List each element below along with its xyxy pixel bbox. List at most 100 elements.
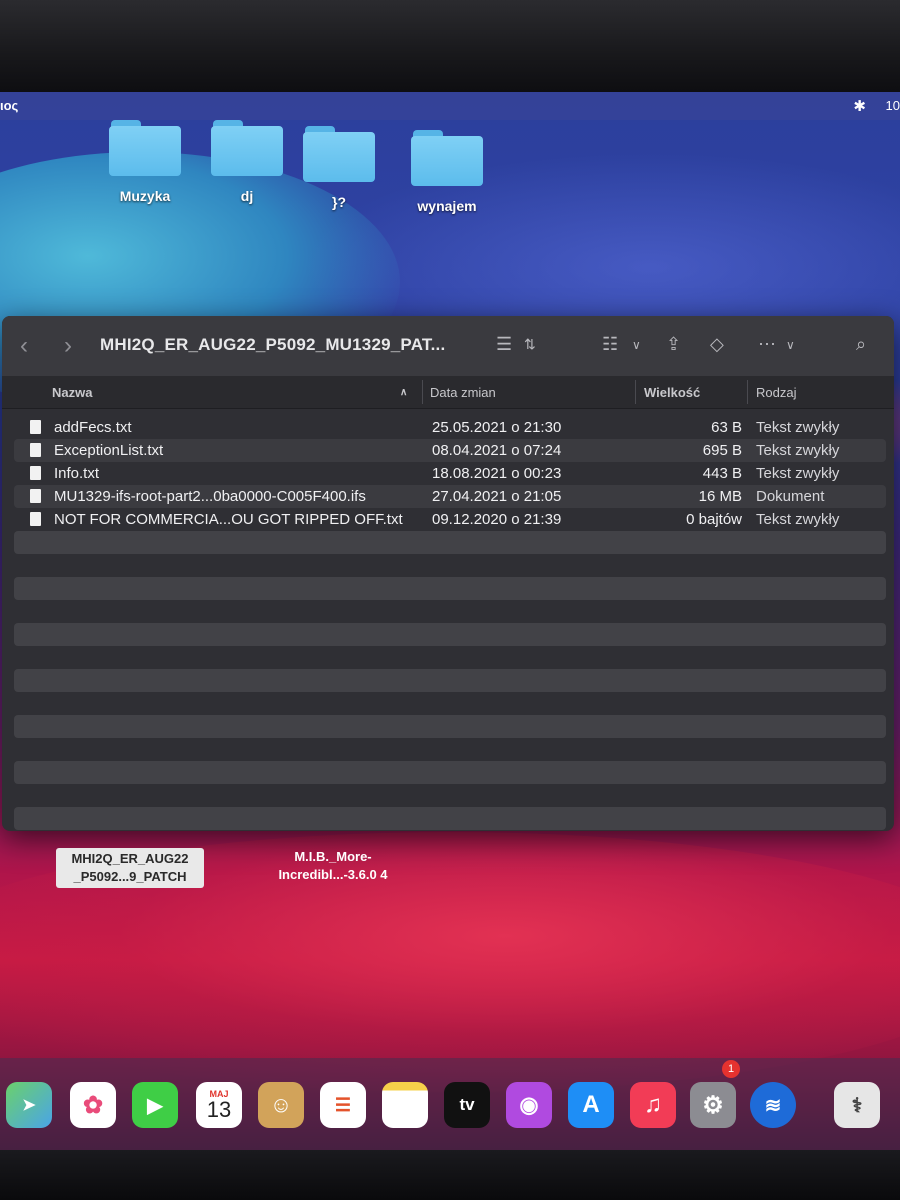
- file-date: 27.04.2021 o 21:05: [432, 488, 562, 505]
- shazam-icon[interactable]: ≋: [750, 1082, 796, 1128]
- file-kind: Tekst zwykły: [756, 442, 840, 459]
- file-name: addFecs.txt: [54, 419, 132, 436]
- menu-app-name[interactable]: ιος: [0, 98, 18, 113]
- file-row[interactable]: MU1329-ifs-root-part2...0ba0000-C005F400…: [14, 485, 886, 508]
- empty-row: [14, 577, 886, 600]
- empty-row: [14, 715, 886, 738]
- empty-row: [14, 554, 886, 577]
- empty-row: [14, 646, 886, 669]
- back-chevron-icon[interactable]: ‹: [20, 332, 28, 360]
- document-icon: [30, 420, 41, 434]
- group-grid-icon[interactable]: ☷: [602, 334, 618, 355]
- reminders-icon[interactable]: ☰: [320, 1082, 366, 1128]
- file-name: MU1329-ifs-root-part2...0ba0000-C005F400…: [54, 488, 366, 505]
- document-icon: [30, 512, 41, 526]
- file-size: 63 B: [711, 419, 742, 436]
- column-name[interactable]: Nazwa: [52, 385, 92, 400]
- bluetooth-icon[interactable]: ✱: [853, 97, 866, 115]
- empty-row: [14, 600, 886, 623]
- empty-row: [14, 669, 886, 692]
- file-kind: Dokument: [756, 488, 825, 505]
- column-size[interactable]: Wielkość: [644, 385, 700, 400]
- folder-label: wynajem: [417, 198, 477, 214]
- file-list: addFecs.txt 25.05.2021 o 21:30 63 B Teks…: [14, 416, 886, 831]
- file-date: 09.12.2020 o 21:39: [432, 511, 562, 528]
- empty-row: [14, 784, 886, 807]
- file-row[interactable]: NOT FOR COMMERCIA...OU GOT RIPPED OFF.tx…: [14, 508, 886, 531]
- item-label-line1: MHI2Q_ER_AUG22: [71, 851, 189, 866]
- file-date: 25.05.2021 o 21:30: [432, 419, 562, 436]
- screen-bezel-bottom: [0, 1150, 900, 1200]
- file-size: 0 bajtów: [686, 511, 742, 528]
- file-size: 695 B: [702, 442, 742, 459]
- empty-row: [14, 623, 886, 646]
- tv-label: tv: [459, 1095, 475, 1114]
- podcasts-icon[interactable]: ◉: [506, 1082, 552, 1128]
- desktop-folder-wynajem[interactable]: wynajem: [402, 130, 492, 214]
- folder-label: dj: [240, 188, 254, 204]
- file-date: 18.08.2021 o 00:23: [432, 465, 562, 482]
- chevron-down-icon[interactable]: ∨: [632, 338, 641, 352]
- file-size: 16 MB: [698, 488, 742, 505]
- file-size: 443 B: [702, 465, 742, 482]
- column-header: Nazwa ∧ Data zmian Wielkość Rodzaj: [2, 376, 894, 409]
- contacts-icon[interactable]: ☺: [258, 1082, 304, 1128]
- calendar-icon[interactable]: MAJ 13: [196, 1082, 242, 1128]
- empty-row: [14, 830, 886, 831]
- document-icon: [30, 466, 41, 480]
- search-icon[interactable]: ⌕: [856, 334, 866, 355]
- more-actions-icon[interactable]: ⋯: [758, 334, 776, 355]
- file-row[interactable]: Info.txt 18.08.2021 o 00:23 443 B Tekst …: [14, 462, 886, 485]
- system-preferences-icon[interactable]: ⚙: [690, 1082, 736, 1128]
- document-icon: [30, 489, 41, 503]
- document-icon: [30, 443, 41, 457]
- share-icon[interactable]: ⇪: [666, 334, 681, 355]
- window-title: MHI2Q_ER_AUG22_P5092_MU1329_PAT...: [100, 335, 446, 354]
- finder-toolbar: ‹ › MHI2Q_ER_AUG22_P5092_MU1329_PAT... ☰…: [2, 316, 894, 377]
- notes-icon[interactable]: [382, 1082, 428, 1128]
- folder-icon: [109, 120, 181, 176]
- file-row[interactable]: addFecs.txt 25.05.2021 o 21:30 63 B Teks…: [14, 416, 886, 439]
- folder-label: Muzyka: [119, 188, 171, 204]
- file-name: NOT FOR COMMERCIA...OU GOT RIPPED OFF.tx…: [54, 511, 403, 528]
- empty-row: [14, 738, 886, 761]
- sort-updown-icon[interactable]: ⇅: [524, 336, 536, 353]
- file-kind: Tekst zwykły: [756, 511, 840, 528]
- facetime-icon[interactable]: ▶: [132, 1082, 178, 1128]
- file-kind: Tekst zwykły: [756, 419, 840, 436]
- desktop-item-patch-folder[interactable]: MHI2Q_ER_AUG22 _P5092...9_PATCH: [56, 848, 204, 888]
- item-label-line2: _P5092...9_PATCH: [73, 869, 187, 884]
- desktop-folder-unknown[interactable]: }?: [294, 126, 384, 210]
- file-date: 08.04.2021 o 07:24: [432, 442, 562, 459]
- sort-chevron-icon[interactable]: ∧: [400, 387, 407, 398]
- file-row[interactable]: ExceptionList.txt 08.04.2021 o 07:24 695…: [14, 439, 886, 462]
- desktop-folder-muzyka[interactable]: Muzyka: [100, 120, 190, 204]
- file-name: Info.txt: [54, 465, 100, 482]
- folder-icon: [411, 130, 483, 186]
- menu-bar: ιος ✱ 10: [0, 92, 900, 120]
- finder-window: ‹ › MHI2Q_ER_AUG22_P5092_MU1329_PAT... ☰…: [2, 316, 894, 831]
- folder-icon: [211, 120, 283, 176]
- photos-icon[interactable]: ✿: [70, 1082, 116, 1128]
- maps-icon[interactable]: ➤: [6, 1082, 52, 1128]
- app-store-icon[interactable]: A: [568, 1082, 614, 1128]
- calendar-day: 13: [206, 1097, 232, 1122]
- desktop-item-mib[interactable]: M.I.B._More- Incredibl...-3.6.0 4: [258, 848, 408, 884]
- empty-row: [14, 761, 886, 784]
- empty-row: [14, 807, 886, 830]
- column-date[interactable]: Data zmian: [430, 385, 496, 400]
- tag-icon[interactable]: ◇: [710, 334, 724, 355]
- file-name: ExceptionList.txt: [54, 442, 164, 459]
- menu-clock[interactable]: 10: [886, 98, 900, 113]
- column-kind[interactable]: Rodzaj: [756, 385, 796, 400]
- music-icon[interactable]: ♫: [630, 1082, 676, 1128]
- list-view-icon[interactable]: ☰: [496, 334, 512, 355]
- chevron-down-icon[interactable]: ∨: [786, 338, 795, 352]
- forward-chevron-icon[interactable]: ›: [64, 332, 72, 360]
- disk-utility-icon[interactable]: ⚕: [834, 1082, 880, 1128]
- empty-row: [14, 531, 886, 554]
- desktop-folder-dj[interactable]: dj: [202, 120, 292, 204]
- folder-icon: [303, 126, 375, 182]
- item-label-line1: M.I.B._More-: [294, 849, 372, 864]
- apple-tv-icon[interactable]: tv: [444, 1082, 490, 1128]
